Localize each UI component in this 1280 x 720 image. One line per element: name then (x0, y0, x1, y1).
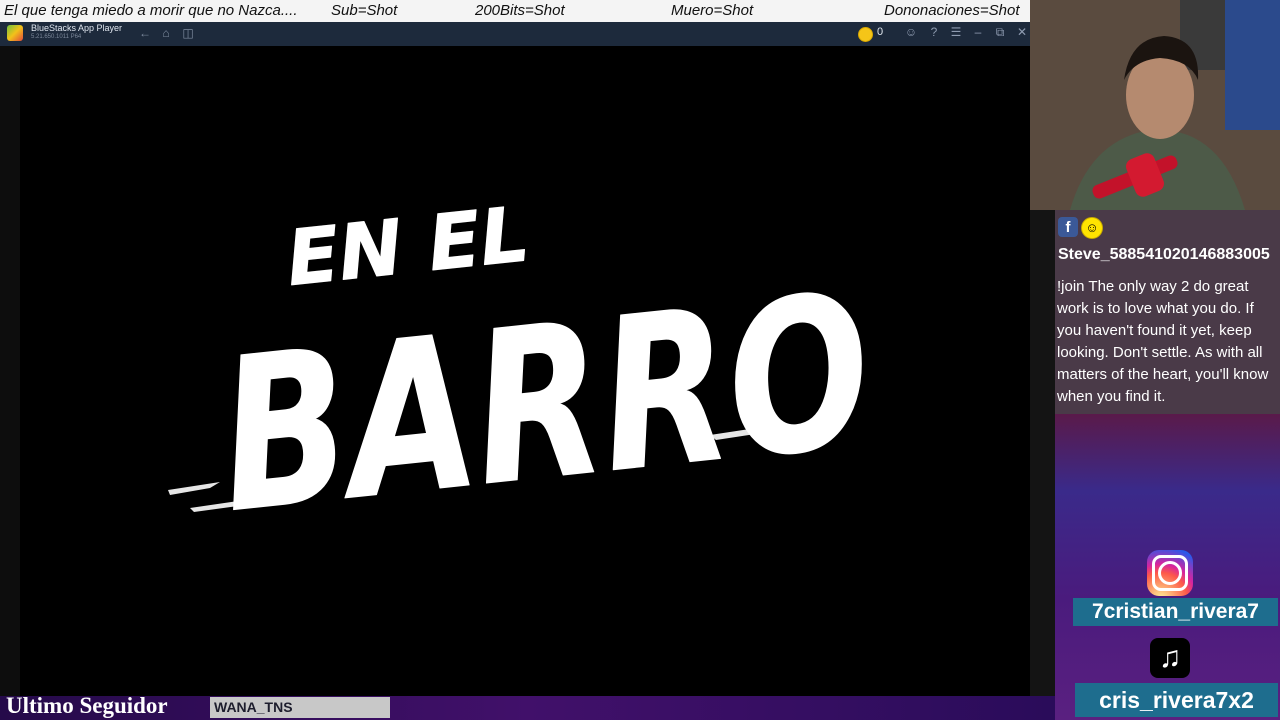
close-icon[interactable]: ✕ (1015, 25, 1029, 39)
ticker-item: Muero=Shot (671, 2, 754, 19)
smiley-icon: ☺ (1081, 217, 1103, 239)
coin-count: 0 (877, 26, 884, 38)
bluestacks-logo-icon (7, 25, 23, 41)
ticker-item: 200Bits=Shot (475, 2, 565, 19)
recent-apps-icon[interactable]: ◫ (181, 26, 195, 40)
chat-username: Steve_588541020146883005 (1058, 246, 1270, 263)
coin-icon[interactable] (858, 27, 873, 42)
app-title: BlueStacks App Player (31, 23, 123, 33)
back-icon[interactable]: ← (138, 26, 152, 40)
tiktok-handle: cris_rivera7x2 (1075, 683, 1278, 717)
app-titlebar: BlueStacks App Player 5.21.650.1011 P64 … (0, 22, 1030, 46)
left-sidebar-strip (0, 46, 20, 696)
last-follower-box: WANA_TNS (210, 697, 390, 718)
en-el-barro-logo: EN EL BARRO (168, 190, 882, 550)
brush-streak (168, 482, 220, 495)
restore-icon[interactable]: ⧉ (993, 25, 1007, 40)
ticker-item: Sub=Shot (331, 2, 398, 19)
instagram-handle: 7cristian_rivera7 (1073, 598, 1278, 626)
help-icon[interactable]: ? (927, 25, 941, 39)
app-version: 5.21.650.1011 P64 (31, 34, 82, 40)
tiktok-icon: ♫ (1150, 638, 1190, 678)
minimize-icon[interactable]: – (971, 25, 985, 39)
account-icon[interactable]: ☺ (904, 25, 918, 39)
chat-message: !join The only way 2 do great work is to… (1057, 278, 1269, 405)
webcam-feed (1030, 0, 1280, 210)
last-follower-name: WANA_TNS (214, 699, 293, 715)
last-follower-label: Ultimo Seguidor (6, 693, 168, 718)
ticker-item: Dononaciones=Shot (884, 2, 1020, 19)
chat-panel: f ☺ Steve_588541020146883005 !join The o… (1055, 210, 1280, 414)
home-icon[interactable]: ⌂ (159, 26, 173, 40)
instagram-icon (1147, 550, 1193, 596)
facebook-icon: f (1058, 217, 1078, 237)
menu-icon[interactable]: ☰ (949, 25, 963, 39)
right-sidebar-strip (1030, 210, 1055, 696)
ticker-item: El que tenga miedo a morir que no Nazca.… (4, 2, 298, 19)
stream-ticker: El que tenga miedo a morir que no Nazca.… (0, 0, 1030, 22)
